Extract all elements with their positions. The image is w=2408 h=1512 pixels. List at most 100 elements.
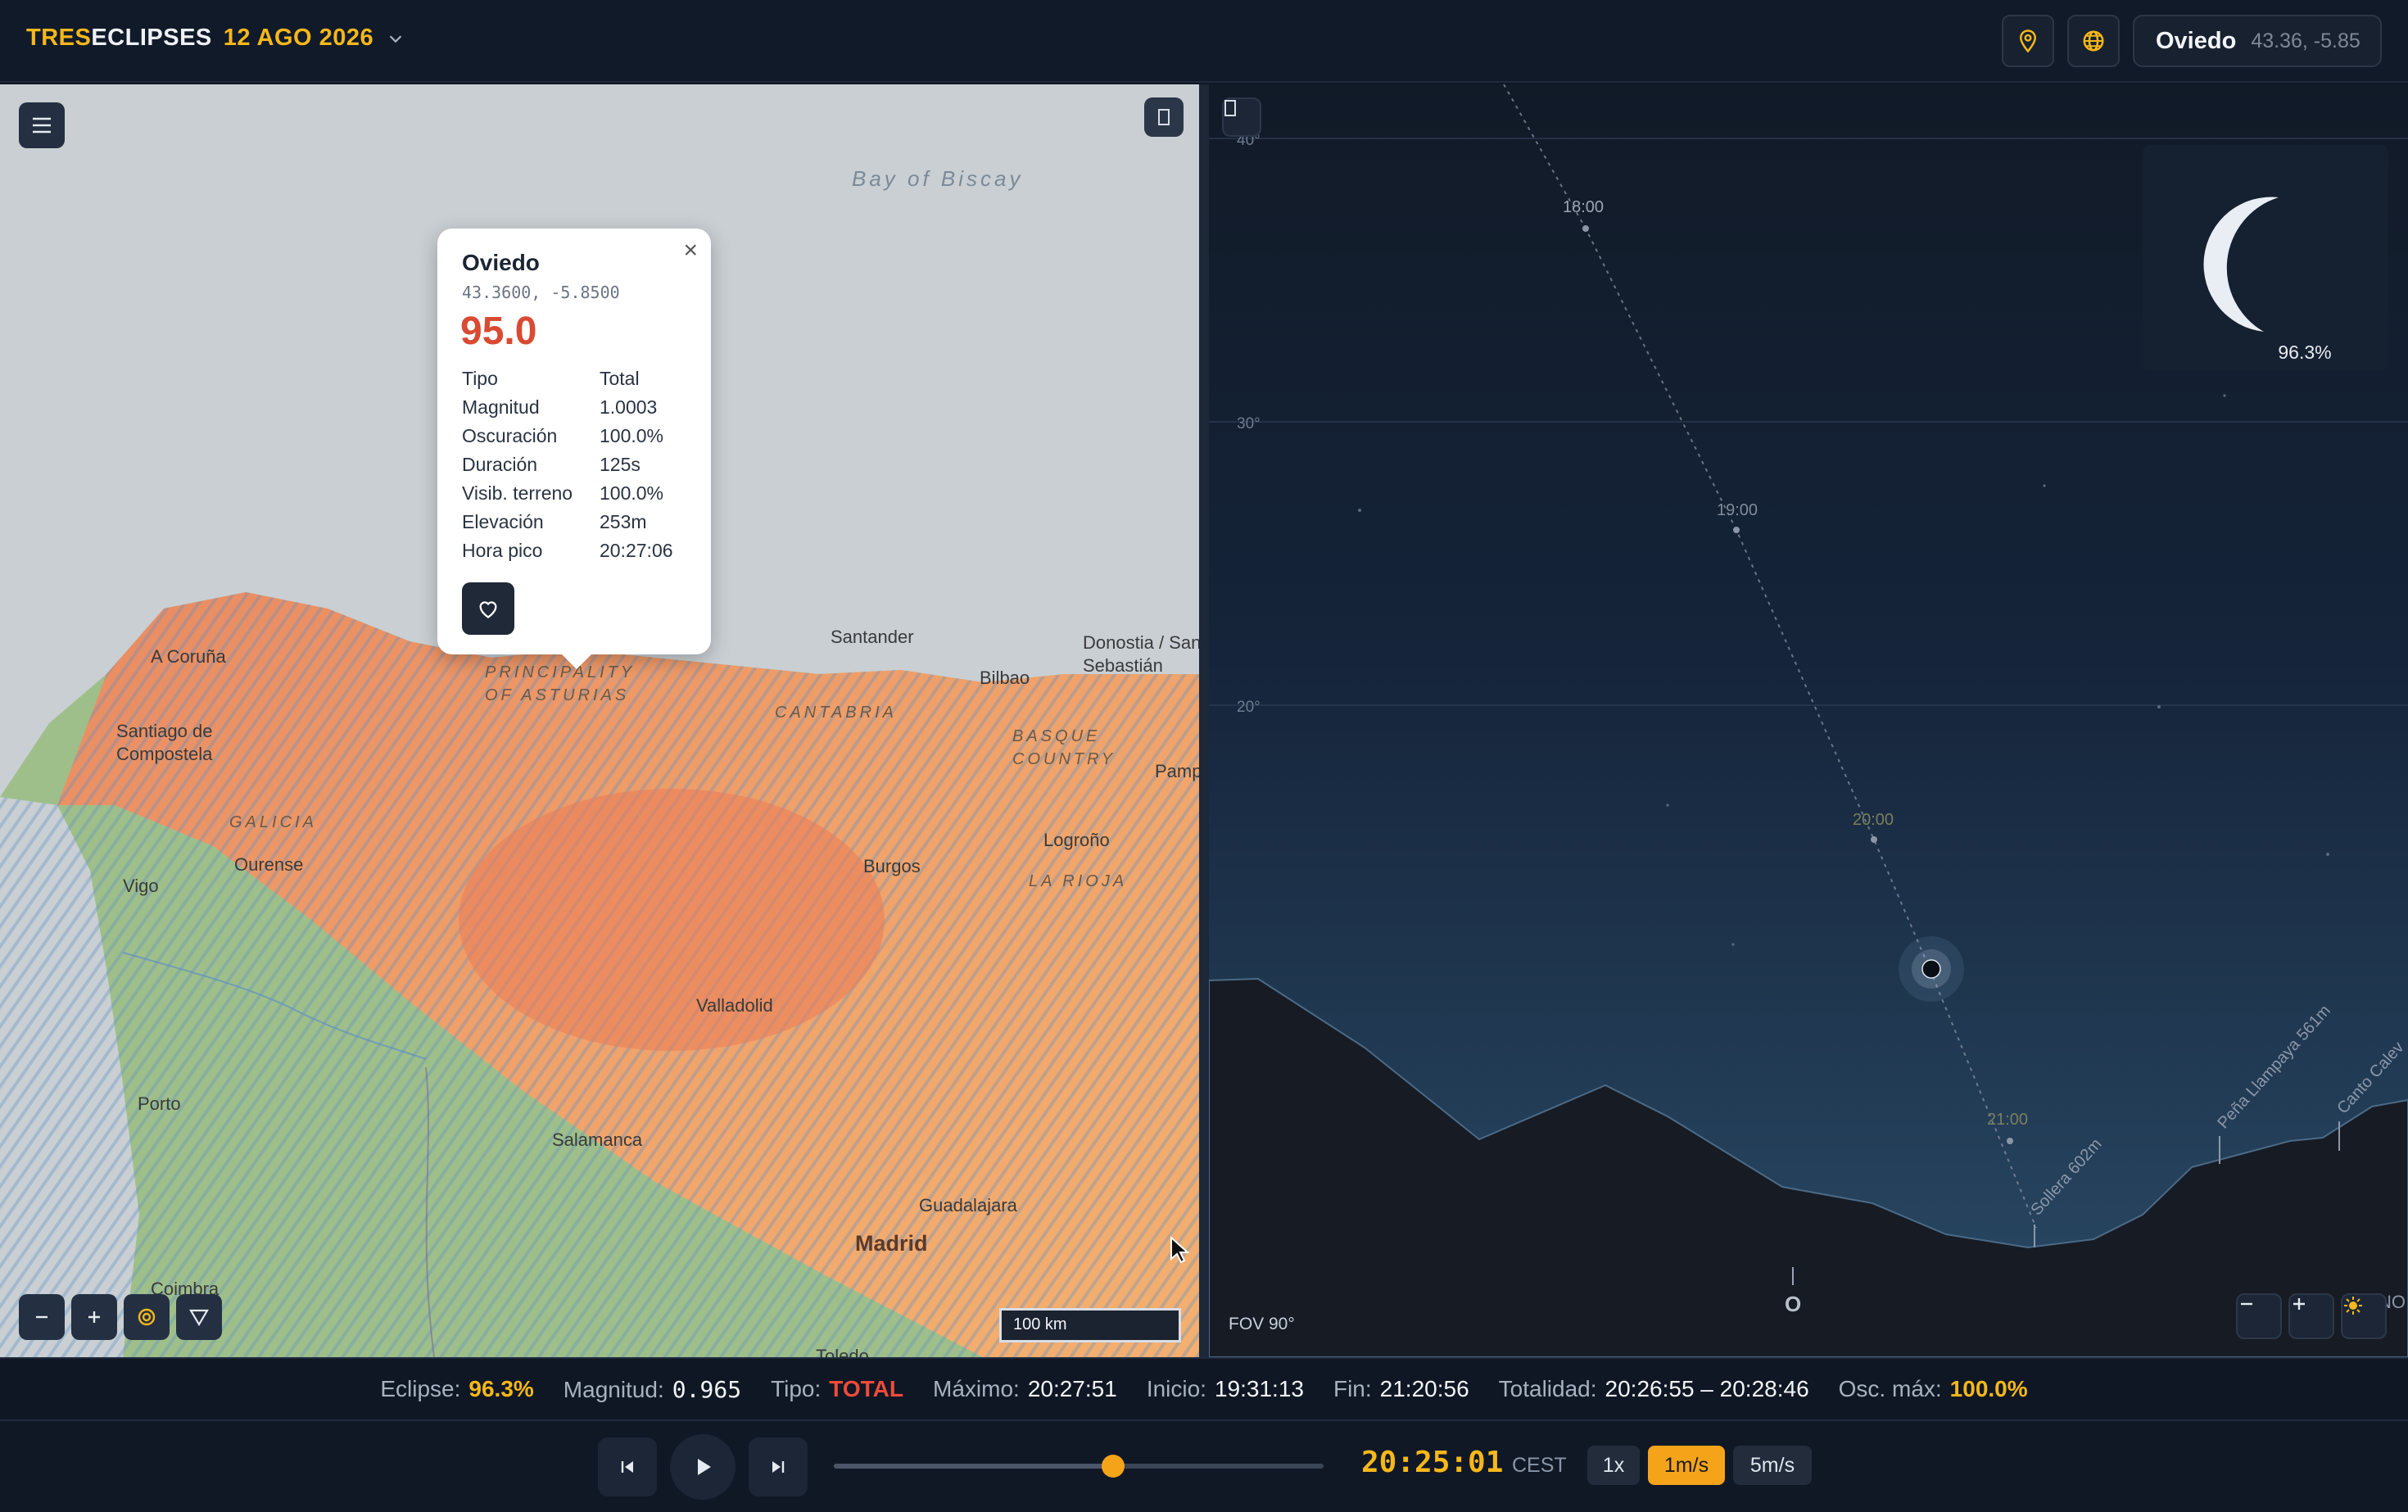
menu-button[interactable]: [19, 102, 65, 148]
popup-row-key: Tipo: [462, 368, 498, 389]
location-pin-button[interactable]: [2002, 15, 2054, 67]
hamburger-icon: [33, 117, 51, 134]
sea-label: Bay of Biscay: [852, 166, 1024, 191]
minus-icon: [2241, 1302, 2252, 1306]
popup-coords: 43.3600, -5.8500: [462, 283, 620, 302]
popup-row-value: 1.0003: [600, 396, 658, 418]
city-label: Toledo: [816, 1346, 869, 1357]
time-slider-handle[interactable]: [1101, 1455, 1125, 1478]
sky-zoom-out-button[interactable]: [2236, 1293, 2282, 1339]
sky-zoom-in-button[interactable]: [2288, 1293, 2334, 1339]
city-label: A Coruña: [151, 646, 226, 667]
speed-1m-button[interactable]: 1m/s: [1648, 1446, 1725, 1485]
city-label-capital: Madrid: [855, 1231, 928, 1256]
inset-obscuration-percent: 96.3%: [2278, 342, 2332, 363]
brand-part2: ECLIPSES: [91, 25, 212, 51]
favorite-button[interactable]: [462, 582, 514, 635]
info-label: Fin:: [1333, 1376, 1372, 1401]
globe-icon: [2083, 30, 2104, 52]
timezone-label: CEST: [1512, 1454, 1567, 1477]
skip-back-button[interactable]: [598, 1437, 657, 1496]
info-value: TOTAL: [829, 1376, 904, 1401]
brand-part1: TRES: [26, 25, 92, 51]
info-maximo: Máximo: 20:27:51: [933, 1376, 1117, 1402]
city-label: Pamplona: [1155, 761, 1199, 781]
play-button[interactable]: [670, 1434, 736, 1500]
info-osc-max: Osc. máx: 100.0%: [1839, 1376, 2028, 1402]
map-pin-icon: [2019, 29, 2037, 53]
popup-row: Tipo Total: [462, 368, 640, 390]
region-label: BASQUE COUNTRY: [1012, 727, 1116, 768]
city-label: Porto: [138, 1093, 181, 1114]
info-value: 96.3%: [468, 1376, 534, 1401]
location-popup: × Oviedo 43.3600, -5.8500 95.0 Tipo Total…: [437, 229, 711, 669]
time-label: 18:00: [1563, 198, 1604, 216]
popup-row: Hora pico 20:27:06: [462, 540, 673, 562]
plus-icon: [88, 1311, 100, 1323]
popup-title: Oviedo: [462, 250, 540, 275]
time-slider[interactable]: [834, 1455, 1324, 1478]
info-label: Eclipse:: [380, 1376, 461, 1401]
compass-label: O: [1785, 1292, 1801, 1316]
popup-row-key: Elevación: [462, 511, 544, 532]
info-label: Inicio:: [1146, 1376, 1206, 1401]
layers-button[interactable]: [176, 1294, 222, 1340]
eclipse-map[interactable]: Bay of Biscay A Coruña Santiago de Compo…: [0, 84, 1199, 1357]
info-eclipse: Eclipse: 96.3%: [380, 1376, 533, 1402]
funnel-icon: [189, 1309, 209, 1327]
eclipse-date: 12 AGO 2026: [223, 25, 374, 51]
info-label: Máximo:: [933, 1376, 1020, 1401]
location-chip[interactable]: Oviedo 43.36, -5.85: [2133, 15, 2382, 67]
skip-back-icon: [621, 1461, 633, 1473]
expand-map-button[interactable]: [1144, 97, 1184, 137]
panel-divider[interactable]: [1199, 84, 1209, 1357]
popup-row: Visib. terreno 100.0%: [462, 482, 663, 505]
peak-label: Sollera 602m: [2027, 1135, 2105, 1219]
popup-row: Magnitud 1.0003: [462, 396, 657, 419]
info-label: Magnitud:: [563, 1376, 664, 1402]
popup-row-value: 100.0%: [600, 482, 664, 504]
info-tipo: Tipo: TOTAL: [771, 1376, 903, 1402]
city-label: Valladolid: [696, 995, 773, 1016]
sun-toggle-button[interactable]: [2341, 1293, 2387, 1339]
city-label: Donostia / San Sebastián: [1083, 632, 1199, 676]
popup-row-key: Magnitud: [462, 396, 540, 418]
location-name: Oviedo: [2156, 27, 2237, 54]
expand-sky-button[interactable]: [1222, 97, 1261, 137]
popup-row-key: Duración: [462, 454, 538, 475]
city-label: Salamanca: [552, 1129, 643, 1150]
heart-icon: [479, 601, 497, 618]
popup-row-value: 253m: [600, 511, 647, 532]
zoom-in-button[interactable]: [71, 1294, 117, 1340]
locate-button[interactable]: [124, 1294, 170, 1340]
target-icon: [138, 1308, 156, 1326]
playback-bar: 20:25:01 CEST 1x 1m/s 5m/s: [0, 1421, 2408, 1512]
current-time: 20:25:01: [1361, 1446, 1504, 1479]
time-label: 21:00: [1987, 1111, 2028, 1129]
info-value: 20:27:51: [1027, 1376, 1117, 1401]
speed-1x-button[interactable]: 1x: [1587, 1446, 1640, 1485]
popup-row-value: Total: [600, 368, 640, 389]
speed-5m-button[interactable]: 5m/s: [1733, 1446, 1812, 1485]
info-magnitud: Magnitud: 0.965: [564, 1376, 741, 1403]
info-label: Totalidad:: [1498, 1376, 1597, 1401]
info-label: Osc. máx:: [1838, 1376, 1942, 1401]
popup-row-key: Visib. terreno: [462, 482, 573, 504]
popup-row-key: Oscuración: [462, 425, 558, 446]
sky-view[interactable]: 40° 30° 20° 18:00 19:00 20:00 21:00 Soll…: [1209, 84, 2408, 1357]
info-value: 100.0%: [1949, 1376, 2028, 1401]
zoom-out-button[interactable]: [19, 1294, 65, 1340]
popup-score: 95.0: [460, 310, 537, 353]
skip-forward-button[interactable]: [749, 1437, 808, 1496]
expand-icon: [1158, 109, 1170, 125]
brand-date-selector[interactable]: TRES ECLIPSES 12 AGO 2026: [26, 25, 405, 52]
globe-button[interactable]: [2067, 15, 2120, 67]
eclipse-info-bar: Eclipse: 96.3% Magnitud: 0.965 Tipo: TOTAL …: [0, 1357, 2408, 1421]
region-label: LA RIOJA: [1029, 872, 1128, 890]
info-totalidad: Totalidad: 20:26:55 – 20:28:46: [1499, 1376, 1809, 1402]
popup-close-button[interactable]: ×: [683, 237, 698, 265]
altitude-label: 30°: [1237, 415, 1261, 432]
city-label: Santiago de Compostela: [116, 721, 213, 764]
info-label: Tipo:: [771, 1376, 822, 1401]
chevron-down-icon: [389, 34, 402, 43]
